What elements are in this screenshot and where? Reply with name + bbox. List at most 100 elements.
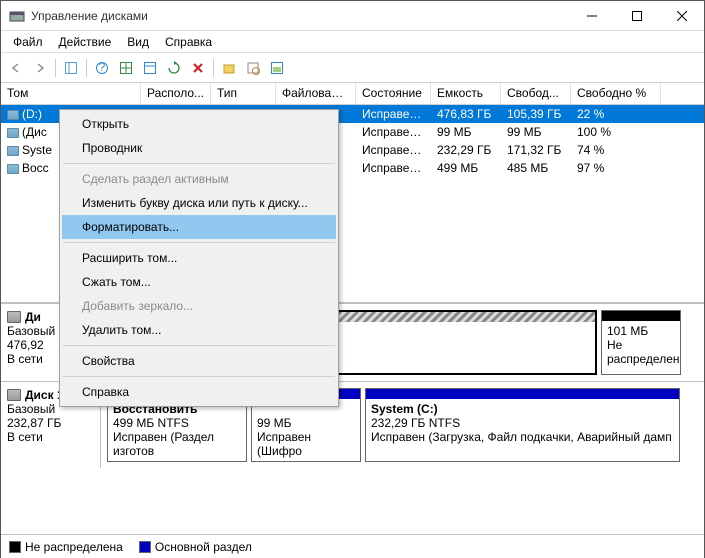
properties-icon[interactable] (242, 57, 264, 79)
partition-name: System (C:) (371, 402, 674, 416)
disk-icon (7, 389, 21, 401)
menu-view[interactable]: Вид (119, 33, 157, 51)
col-capacity[interactable]: Емкость (431, 83, 501, 104)
cm-explorer[interactable]: Проводник (62, 136, 336, 160)
partition-status: Исправен (Загрузка, Файл подкачки, Авари… (371, 430, 674, 444)
partition-fs: 232,29 ГБ NTFS (371, 416, 674, 430)
cm-delete[interactable]: Удалить том... (62, 318, 336, 342)
cell: Исправен... (356, 160, 431, 176)
separator (63, 163, 335, 164)
volume-icon (7, 164, 19, 174)
separator (86, 59, 87, 77)
help-icon[interactable]: ? (91, 57, 113, 79)
cell: 22 % (571, 106, 661, 122)
col-filesystem[interactable]: Файловая с... (276, 83, 356, 104)
separator (63, 345, 335, 346)
toolbar-icon-3[interactable] (139, 57, 161, 79)
legend-primary: Основной раздел (139, 540, 252, 554)
cell: 97 % (571, 160, 661, 176)
cell: 100 % (571, 124, 661, 140)
cell: 499 МБ (431, 160, 501, 176)
col-layout[interactable]: Располо... (141, 83, 211, 104)
toolbar: ? (1, 53, 704, 83)
cell: 485 МБ (501, 160, 571, 176)
toolbar-icon-2[interactable] (115, 57, 137, 79)
volume-name: Syste (22, 143, 52, 157)
cm-open[interactable]: Открыть (62, 112, 336, 136)
partition-size: 99 МБ (257, 416, 355, 430)
toolbar-icon-1[interactable] (60, 57, 82, 79)
partition-status: Не распределена (607, 338, 675, 366)
swatch-black (9, 541, 21, 553)
cm-change-letter[interactable]: Изменить букву диска или путь к диску... (62, 191, 336, 215)
cell: 232,29 ГБ (431, 142, 501, 158)
disk-icon (7, 311, 21, 323)
disk-status: В сети (7, 430, 94, 444)
partition-size: 101 МБ (607, 324, 675, 338)
separator (55, 59, 56, 77)
content-area: Том Располо... Тип Файловая с... Состоян… (1, 83, 704, 534)
cell: 105,39 ГБ (501, 106, 571, 122)
svg-text:?: ? (99, 61, 106, 74)
cm-properties[interactable]: Свойства (62, 349, 336, 373)
maximize-button[interactable] (614, 1, 659, 31)
delete-icon[interactable] (187, 57, 209, 79)
cell: 99 МБ (501, 124, 571, 140)
col-free[interactable]: Свобод... (501, 83, 571, 104)
disk-size: 232,87 ГБ (7, 416, 94, 430)
menu-help[interactable]: Справка (157, 33, 220, 51)
partition-stripe (602, 311, 680, 321)
disk-name: Ди (25, 310, 41, 324)
volume-icon (7, 128, 19, 138)
legend: Не распределена Основной раздел (1, 534, 704, 558)
cm-make-active: Сделать раздел активным (62, 167, 336, 191)
menubar: Файл Действие Вид Справка (1, 31, 704, 53)
close-button[interactable] (659, 1, 704, 31)
col-volume[interactable]: Том (1, 83, 141, 104)
partition-status: Исправен (Раздел изготов (113, 430, 241, 458)
volume-icon (7, 146, 19, 156)
cell: Исправен... (356, 142, 431, 158)
cm-help[interactable]: Справка (62, 380, 336, 404)
partition-stripe (366, 389, 679, 399)
cm-add-mirror: Добавить зеркало... (62, 294, 336, 318)
cell: 74 % (571, 142, 661, 158)
toolbar-icon-5[interactable] (266, 57, 288, 79)
volume-name: Восс (22, 161, 49, 175)
legend-unallocated: Не распределена (9, 540, 123, 554)
partition-status: Исправен (Шифро (257, 430, 355, 458)
forward-button[interactable] (29, 57, 51, 79)
partition-fs: 499 МБ NTFS (113, 416, 241, 430)
minimize-button[interactable] (569, 1, 614, 31)
refresh-icon[interactable] (163, 57, 185, 79)
volume-name: (Дис (22, 125, 47, 139)
separator (63, 376, 335, 377)
cm-shrink[interactable]: Сжать том... (62, 270, 336, 294)
disk-name: Диск 1 (25, 388, 64, 402)
menu-action[interactable]: Действие (51, 33, 120, 51)
partition-unallocated[interactable]: 101 МБ Не распределена (601, 310, 681, 375)
partition[interactable]: System (C:) 232,29 ГБ NTFS Исправен (Заг… (365, 388, 680, 462)
back-button[interactable] (5, 57, 27, 79)
cell: Исправен... (356, 124, 431, 140)
volume-icon (7, 110, 19, 120)
cell: 476,83 ГБ (431, 106, 501, 122)
swatch-blue (139, 541, 151, 553)
cm-extend[interactable]: Расширить том... (62, 246, 336, 270)
col-status[interactable]: Состояние (356, 83, 431, 104)
col-type[interactable]: Тип (211, 83, 276, 104)
volume-name: (D:) (22, 107, 42, 121)
app-icon (9, 8, 25, 24)
col-freepct[interactable]: Свободно % (571, 83, 661, 104)
menu-file[interactable]: Файл (5, 33, 51, 51)
context-menu: Открыть Проводник Сделать раздел активны… (59, 109, 339, 407)
cell: Исправен... (356, 106, 431, 122)
titlebar: Управление дисками (1, 1, 704, 31)
column-headers: Том Располо... Тип Файловая с... Состоян… (1, 83, 704, 105)
cm-format[interactable]: Форматировать... (62, 215, 336, 239)
cell: 99 МБ (431, 124, 501, 140)
window-title: Управление дисками (31, 9, 569, 23)
separator (63, 242, 335, 243)
toolbar-icon-4[interactable] (218, 57, 240, 79)
cell: 171,32 ГБ (501, 142, 571, 158)
